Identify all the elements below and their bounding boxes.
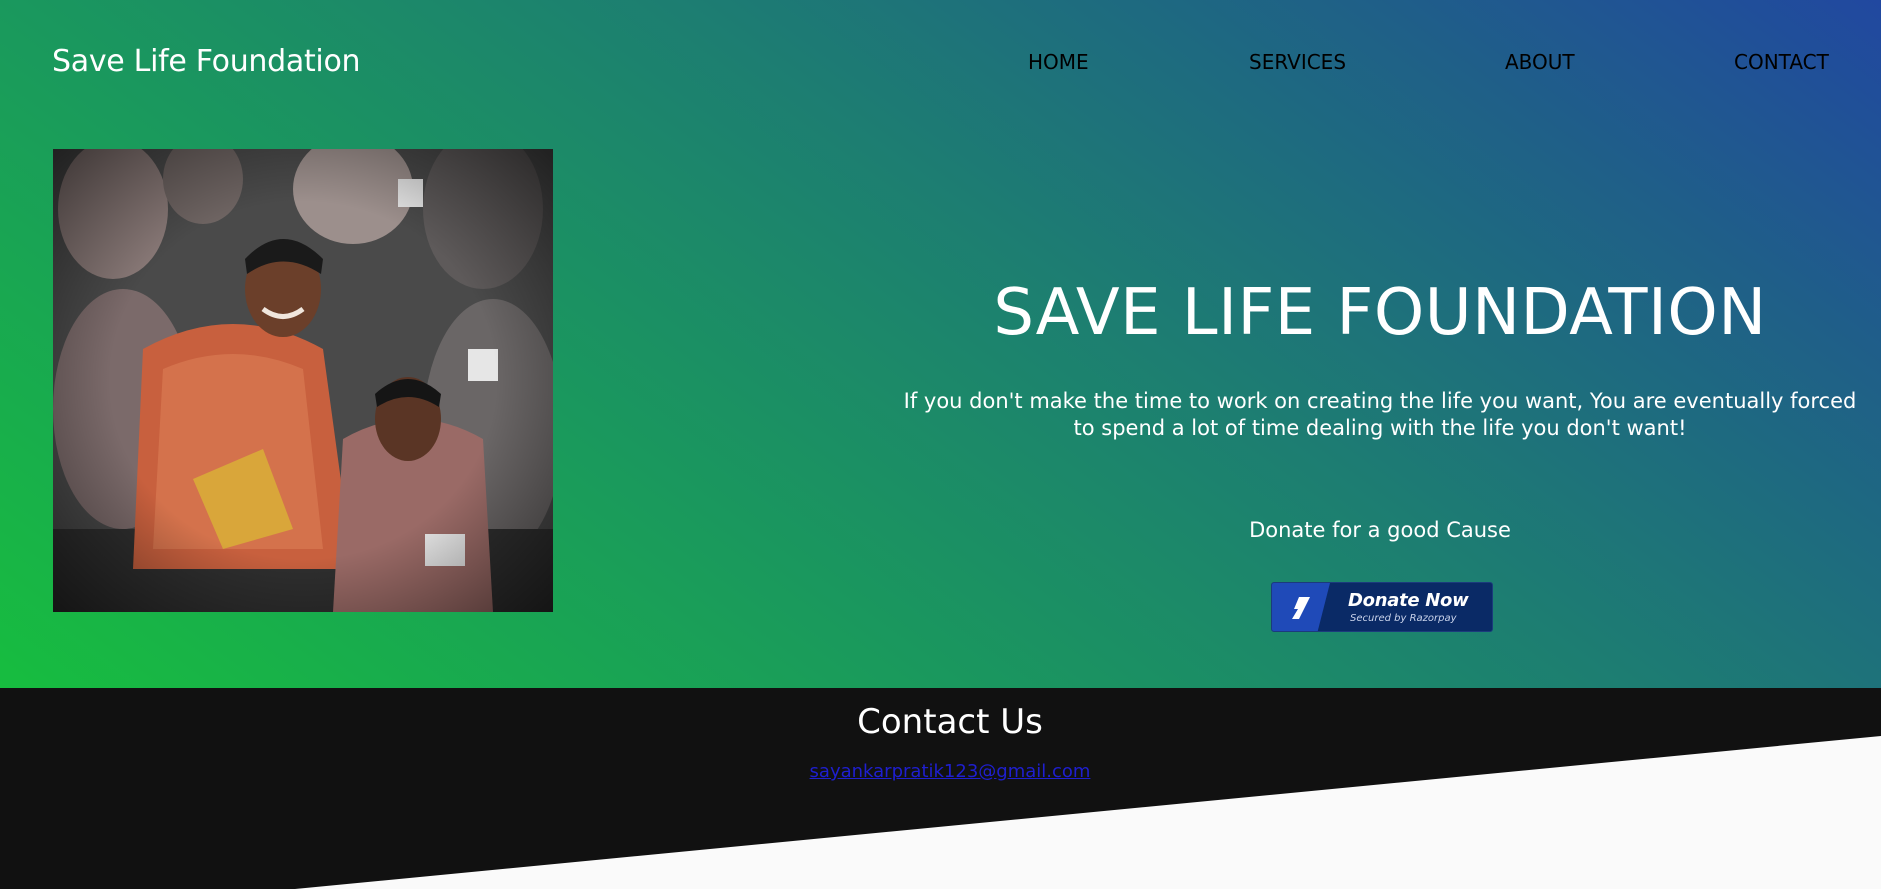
razorpay-logo-icon bbox=[1272, 583, 1330, 631]
nav-services[interactable]: SERVICES bbox=[1249, 50, 1346, 74]
contact-email-container: sayankarpratik123@gmail.com bbox=[0, 761, 1881, 782]
hero-title: SAVE LIFE FOUNDATION bbox=[993, 276, 1767, 350]
donate-now-button[interactable]: Donate Now Secured by Razorpay bbox=[1271, 582, 1493, 632]
hero-quote: If you don't make the time to work on cr… bbox=[903, 389, 1857, 440]
page: Save Life Foundation HOME SERVICES ABOUT… bbox=[0, 0, 1881, 889]
contact-footer: Contact Us sayankarpratik123@gmail.com bbox=[0, 688, 1881, 889]
contact-title: Contact Us bbox=[857, 702, 1043, 742]
nav-home[interactable]: HOME bbox=[1028, 50, 1089, 74]
hero-section: Save Life Foundation HOME SERVICES ABOUT… bbox=[0, 0, 1881, 688]
donate-prompt: Donate for a good Cause bbox=[1249, 518, 1511, 542]
donate-button-sublabel: Secured by Razorpay bbox=[1350, 613, 1457, 624]
site-logo-text[interactable]: Save Life Foundation bbox=[52, 44, 361, 79]
donate-button-label: Donate Now bbox=[1348, 590, 1469, 611]
nav-contact[interactable]: CONTACT bbox=[1734, 50, 1829, 74]
nav-about[interactable]: ABOUT bbox=[1505, 50, 1575, 74]
children-photo bbox=[53, 149, 553, 612]
contact-email-link[interactable]: sayankarpratik123@gmail.com bbox=[810, 761, 1091, 782]
